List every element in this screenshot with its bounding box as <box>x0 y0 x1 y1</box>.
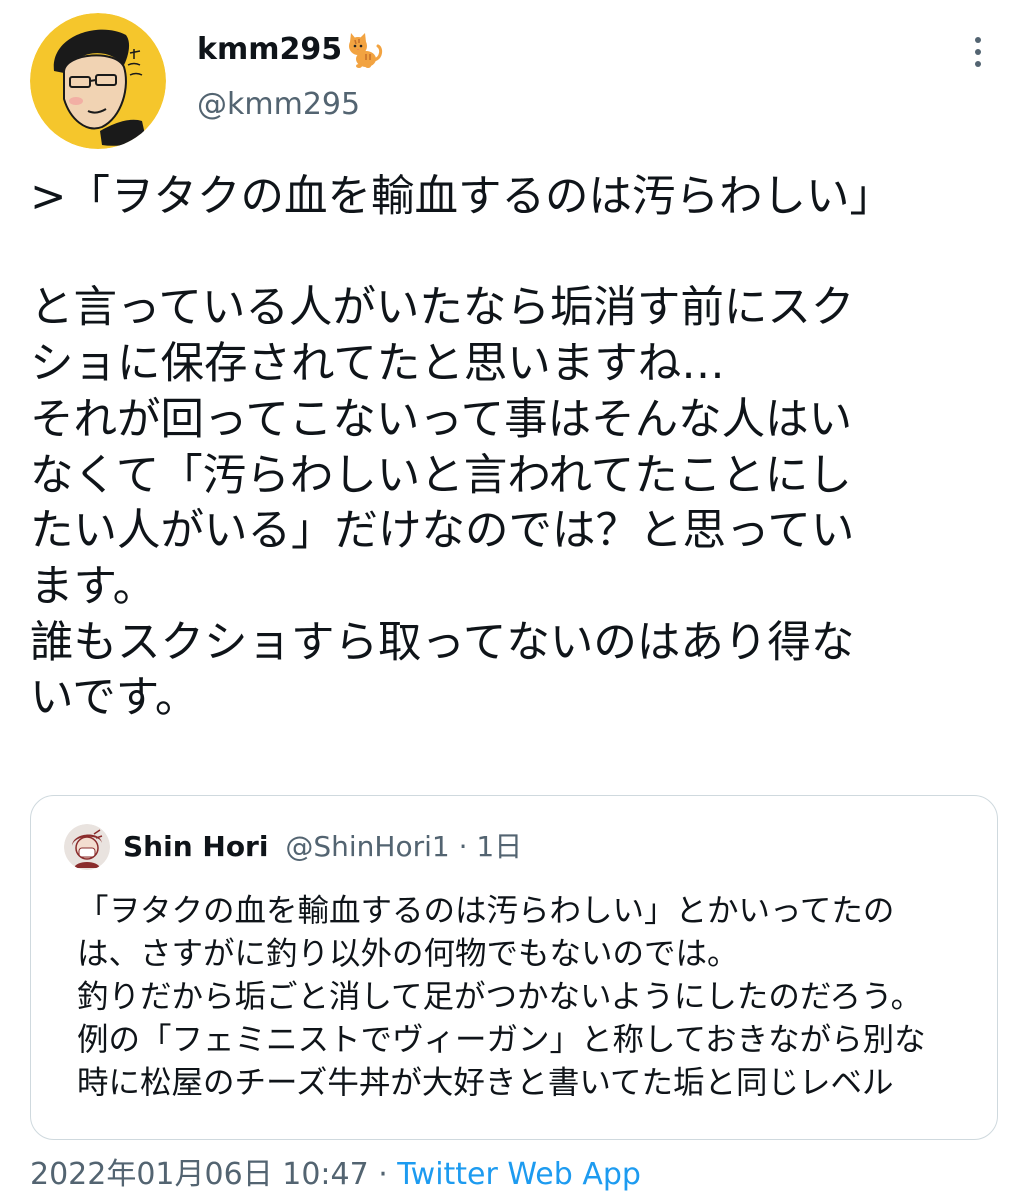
quote-author-avatar[interactable] <box>64 824 110 870</box>
author-handle[interactable]: @kmm295 <box>197 85 360 125</box>
tweet: kmm295 @kmm295 >「ヲタクの血を輸血するのは汚らわしい」 と言って… <box>0 0 1029 1200</box>
quoted-tweet-card[interactable]: Shin Hori @ShinHori1 · 1日 「ヲタクの血を輸血するのは汚… <box>30 795 998 1140</box>
quote-author-handle[interactable]: @ShinHori1 <box>285 830 449 863</box>
more-vertical-icon <box>975 37 981 67</box>
quote-header: Shin Hori @ShinHori1 · 1日 <box>123 828 522 866</box>
author-display-name[interactable]: kmm295 <box>197 30 384 70</box>
tweet-text: >「ヲタクの血を輸血するのは汚らわしい」 と言っている人がいたなら垢消す前にスク… <box>30 172 893 724</box>
quote-avatar-illustration <box>64 824 110 870</box>
author-avatar[interactable] <box>30 13 166 149</box>
avatar-illustration <box>30 13 166 149</box>
author-name-text: kmm295 <box>197 32 343 67</box>
quote-text: 「ヲタクの血を輸血するのは汚らわしい」とかいってたの は、さすがに釣り以外の何物… <box>77 893 926 1101</box>
source-app-link[interactable]: Twitter Web App <box>397 1157 641 1192</box>
quote-author-name[interactable]: Shin Hori <box>123 830 268 863</box>
tweet-meta: 2022年01月06日 10:47 · Twitter Web App <box>30 1155 641 1195</box>
quote-separator-dot: · <box>449 830 477 863</box>
quote-relative-time[interactable]: 1日 <box>476 830 522 863</box>
more-options-button[interactable] <box>960 28 996 76</box>
cat-icon <box>344 30 384 70</box>
meta-separator-dot: · <box>368 1157 398 1192</box>
tweet-timestamp[interactable]: 2022年01月06日 10:47 <box>30 1157 369 1192</box>
